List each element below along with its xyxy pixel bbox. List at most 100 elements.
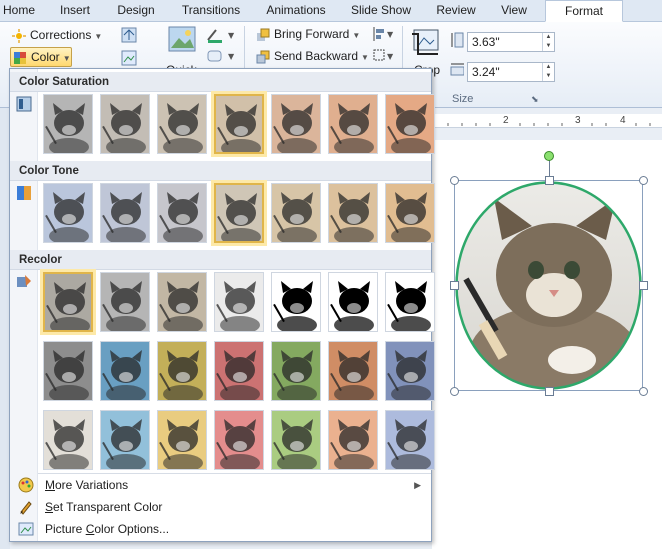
color-tone-icon — [16, 185, 32, 201]
spinner-arrows-icon[interactable]: ▲ ▼ — [542, 63, 554, 81]
resize-handle-ne[interactable] — [639, 176, 648, 185]
recolor-thumbnail[interactable] — [40, 269, 96, 335]
resize-handle-e[interactable] — [639, 281, 648, 290]
set-transparent-label-post: et Transparent Color — [53, 500, 163, 514]
color-saturation-thumbnail[interactable] — [271, 94, 321, 154]
recolor-thumbnail[interactable] — [328, 410, 378, 470]
picture-color-options-menu-item[interactable]: Picture Color Options... — [10, 518, 431, 540]
spinner-arrows-icon[interactable]: ▲ ▼ — [542, 33, 554, 51]
svg-text:▼: ▼ — [387, 30, 394, 39]
resize-handle-nw[interactable] — [450, 176, 459, 185]
svg-text:▼: ▼ — [228, 31, 235, 40]
recolor-thumbnail[interactable] — [214, 410, 264, 470]
shape-height-icon — [450, 32, 464, 48]
sun-icon — [12, 29, 26, 43]
send-backward-label: Send Backward — [274, 49, 359, 63]
tab-insert[interactable]: Insert — [52, 0, 98, 22]
chevron-down-icon: ▼ — [94, 32, 103, 41]
tab-transitions[interactable]: Transitions — [172, 0, 250, 22]
recolor-thumbnail[interactable] — [328, 341, 378, 401]
dialog-launcher-icon[interactable]: ⬊ — [531, 94, 539, 105]
shape-height-value: 3.63" — [472, 35, 500, 49]
align-icon[interactable]: ▼ — [372, 26, 394, 42]
recolor-thumbnail[interactable] — [214, 272, 264, 332]
send-backward-icon — [256, 50, 270, 64]
recolor-thumbnail[interactable] — [100, 410, 150, 470]
color-tone-thumbnail[interactable] — [271, 183, 321, 243]
crop-icon[interactable] — [410, 26, 442, 60]
picture-options-icon — [18, 521, 34, 537]
svg-text:▼: ▼ — [387, 52, 394, 61]
more-variations-menu-item[interactable]: More Variations ▶ — [10, 474, 431, 496]
recolor-thumbnail[interactable] — [157, 410, 207, 470]
change-picture-icon[interactable] — [120, 49, 138, 67]
recolor-thumbnail[interactable] — [271, 272, 321, 332]
horizontal-ruler: 2 3 4 — [432, 114, 662, 128]
tab-animations[interactable]: Animations — [259, 0, 333, 22]
recolor-thumbnail[interactable] — [385, 341, 435, 401]
recolor-thumbnail[interactable] — [271, 410, 321, 470]
recolor-thumbnail[interactable] — [328, 272, 378, 332]
bring-forward-icon — [256, 28, 270, 42]
color-saturation-thumbnail[interactable] — [100, 94, 150, 154]
color-saturation-thumbnail[interactable] — [211, 91, 267, 157]
recolor-thumbnail[interactable] — [157, 272, 207, 332]
artistic-effects-icon[interactable] — [168, 26, 196, 54]
color-tone-thumbnail[interactable] — [157, 183, 207, 243]
color-label: Color — [31, 50, 60, 64]
group-icon[interactable]: ▼ — [372, 48, 394, 64]
color-saturation-thumbnail[interactable] — [43, 94, 93, 154]
color-tone-thumbnail[interactable] — [211, 180, 267, 246]
resize-handle-w[interactable] — [450, 281, 459, 290]
shape-width-value: 3.24" — [472, 65, 500, 79]
color-saturation-thumbnail[interactable] — [328, 94, 378, 154]
recolor-thumbnail[interactable] — [43, 341, 93, 401]
send-backward-button[interactable]: Send Backward ▼ — [254, 47, 369, 67]
recolor-thumbnail[interactable] — [214, 341, 264, 401]
corrections-button[interactable]: Corrections ▼ — [10, 26, 102, 46]
resize-handle-s[interactable] — [545, 387, 554, 396]
tab-slide-show[interactable]: Slide Show — [345, 0, 417, 22]
submenu-arrow-icon: ▶ — [414, 480, 421, 490]
ruler-tick-label: 3 — [575, 115, 581, 126]
recolor-thumbnail[interactable] — [385, 272, 435, 332]
resize-handle-se[interactable] — [639, 387, 648, 396]
set-transparent-color-menu-item[interactable]: Set Transparent Color — [10, 496, 431, 518]
color-tone-thumbnail[interactable] — [385, 183, 435, 243]
tab-home[interactable]: Home — [0, 0, 38, 22]
tab-view[interactable]: View — [492, 0, 536, 22]
color-tone-thumbnail[interactable] — [100, 183, 150, 243]
picture-color-options-label-pre: Picture — [45, 522, 86, 536]
selection-box — [454, 180, 643, 391]
ruler-tick-label: 4 — [620, 115, 626, 126]
recolor-thumbnail[interactable] — [271, 341, 321, 401]
picture-effects-icon[interactable]: ▼ — [206, 48, 236, 64]
tab-review[interactable]: Review — [430, 0, 482, 22]
recolor-thumbnail[interactable] — [100, 272, 150, 332]
shape-width-input[interactable]: 3.24" ▲ ▼ — [467, 62, 555, 82]
color-saturation-thumbnail[interactable] — [157, 94, 207, 154]
palette-icon — [18, 477, 34, 493]
recolor-thumbnail[interactable] — [385, 410, 435, 470]
color-saturation-thumbnail[interactable] — [385, 94, 435, 154]
section-header-color-tone: Color Tone — [10, 161, 431, 181]
shape-height-input[interactable]: 3.63" ▲ ▼ — [467, 32, 555, 52]
picture-border-icon[interactable]: ▼ — [206, 27, 236, 43]
bring-forward-label: Bring Forward — [274, 27, 350, 41]
recolor-thumbnail[interactable] — [157, 341, 207, 401]
tab-format[interactable]: Format — [545, 0, 623, 22]
more-variations-accel: M — [45, 478, 55, 492]
bring-forward-button[interactable]: Bring Forward ▼ — [254, 25, 360, 45]
color-tone-thumbnail[interactable] — [328, 183, 378, 243]
recolor-thumbnail[interactable] — [100, 341, 150, 401]
compress-pictures-icon[interactable] — [120, 26, 138, 44]
color-tone-thumbnail[interactable] — [43, 183, 93, 243]
recolor-thumbnail[interactable] — [43, 410, 93, 470]
resize-handle-sw[interactable] — [450, 387, 459, 396]
color-button[interactable]: Color ▼ — [10, 47, 72, 67]
ribbon-tab-bar: Home Insert Design Transitions Animation… — [0, 0, 662, 22]
rotate-handle[interactable] — [544, 151, 554, 161]
tab-design[interactable]: Design — [108, 0, 164, 22]
picture-color-options-label-post: olor Options... — [94, 522, 170, 536]
resize-handle-n[interactable] — [545, 176, 554, 185]
